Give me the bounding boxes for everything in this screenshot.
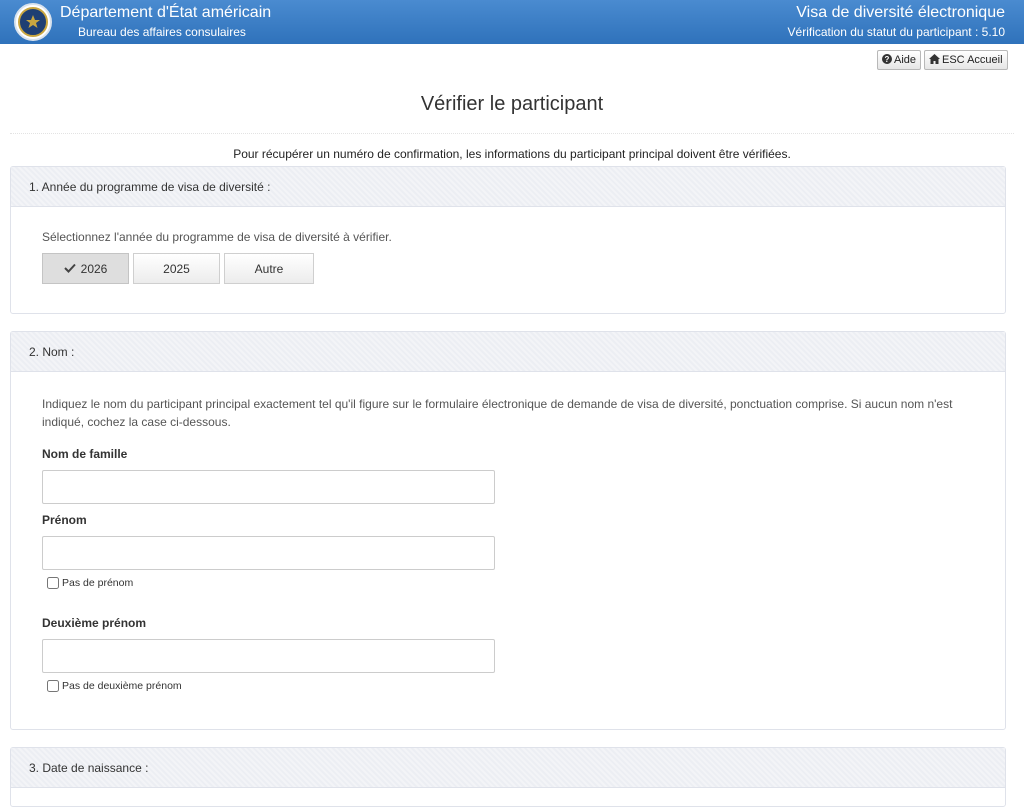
year-option-other[interactable]: Autre bbox=[224, 253, 314, 284]
name-heading: 2. Nom : bbox=[11, 332, 1005, 372]
year-option-label: Autre bbox=[254, 261, 284, 276]
checkmark-icon bbox=[63, 262, 76, 276]
last-name-input[interactable] bbox=[42, 470, 495, 504]
year-option-label: 2025 bbox=[163, 261, 190, 276]
birth-date-panel: 3. Date de naissance : bbox=[10, 747, 1006, 807]
year-option-2026[interactable]: 2026 bbox=[42, 253, 129, 284]
intro-text: Pour récupérer un numéro de confirmation… bbox=[233, 147, 791, 161]
no-first-name-option[interactable]: Pas de prénom bbox=[42, 577, 974, 589]
year-option-2025[interactable]: 2025 bbox=[133, 253, 220, 284]
app-version: Vérification du statut du participant : … bbox=[787, 25, 1005, 39]
divider bbox=[10, 133, 1014, 134]
no-first-name-checkbox[interactable] bbox=[47, 577, 59, 589]
program-year-selector: 2026 2025 Autre bbox=[42, 253, 974, 284]
program-year-heading: 1. Année du programme de visa de diversi… bbox=[11, 167, 1005, 207]
no-first-name-label: Pas de prénom bbox=[62, 577, 134, 589]
no-middle-name-checkbox[interactable] bbox=[47, 680, 59, 692]
home-button-label: ESC Accueil bbox=[942, 54, 1003, 66]
middle-name-input[interactable] bbox=[42, 639, 495, 673]
program-year-panel: 1. Année du programme de visa de diversi… bbox=[10, 166, 1006, 314]
program-year-help: Sélectionnez l'année du programme de vis… bbox=[42, 230, 392, 244]
help-button[interactable]: ? Aide bbox=[877, 50, 922, 70]
no-middle-name-label: Pas de deuxième prénom bbox=[62, 680, 182, 692]
help-button-label: Aide bbox=[894, 54, 917, 66]
site-header: Département d'État américain Bureau des … bbox=[0, 0, 1024, 44]
first-name-label: Prénom bbox=[42, 513, 87, 527]
app-title: Visa de diversité électronique bbox=[796, 4, 1005, 21]
page-title: Vérifier le participant bbox=[420, 93, 604, 115]
middle-name-label: Deuxième prénom bbox=[42, 616, 147, 630]
svg-text:?: ? bbox=[885, 55, 890, 64]
name-help: Indiquez le nom du participant principal… bbox=[42, 397, 953, 429]
year-option-label: 2026 bbox=[80, 261, 108, 276]
home-icon bbox=[929, 53, 940, 67]
first-name-input[interactable] bbox=[42, 536, 495, 570]
header-title: Département d'État américain bbox=[60, 4, 272, 21]
state-department-seal-icon bbox=[14, 3, 52, 41]
toolbar: ? Aide ESC Accueil bbox=[0, 44, 1024, 72]
question-circle-icon: ? bbox=[882, 53, 892, 67]
home-button[interactable]: ESC Accueil bbox=[924, 50, 1008, 70]
name-panel: 2. Nom : Indiquez le nom du participant … bbox=[10, 331, 1006, 730]
header-subtitle: Bureau des affaires consulaires bbox=[78, 25, 246, 39]
last-name-label: Nom de famille bbox=[42, 447, 128, 461]
no-middle-name-option[interactable]: Pas de deuxième prénom bbox=[42, 680, 974, 692]
birth-date-heading: 3. Date de naissance : bbox=[11, 748, 1005, 788]
